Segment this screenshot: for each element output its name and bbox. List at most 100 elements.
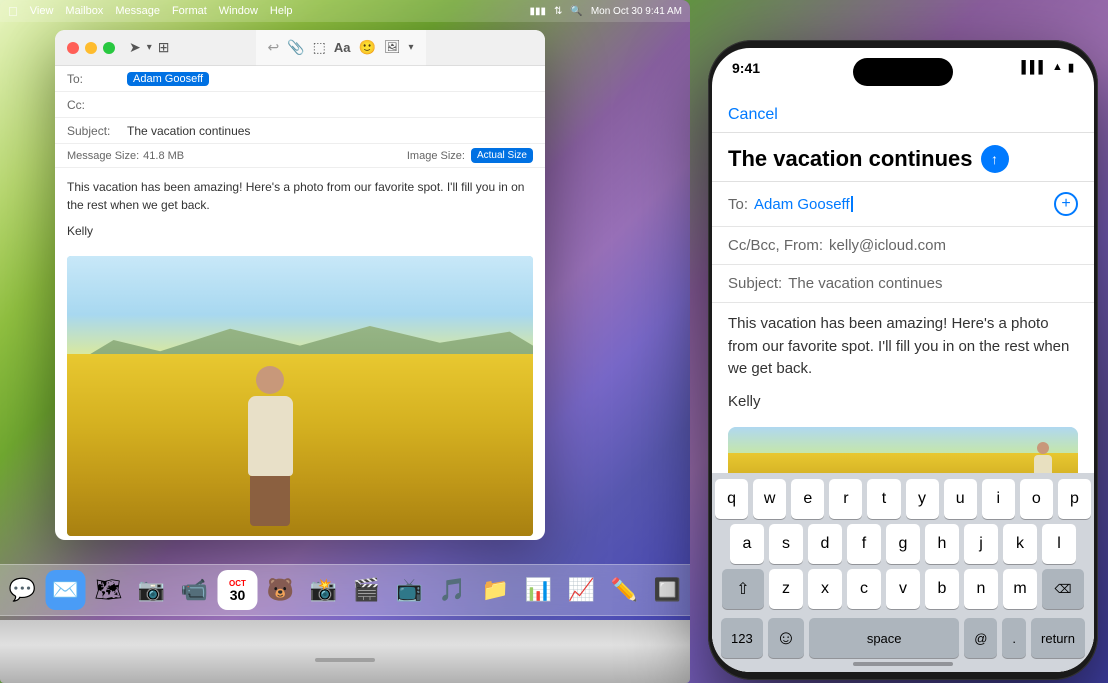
period-key[interactable]: . xyxy=(1002,618,1026,658)
cancel-button[interactable]: Cancel xyxy=(728,106,778,124)
dock-calendar[interactable]: OCT 30 xyxy=(218,570,258,610)
iphone-subject-field-value[interactable]: The vacation continues xyxy=(788,275,942,292)
key-o[interactable]: o xyxy=(1020,479,1053,519)
menu-format[interactable]: Format xyxy=(172,5,207,17)
key-j[interactable]: j xyxy=(964,524,998,564)
menu-help[interactable]: Help xyxy=(270,5,293,17)
to-label: To: xyxy=(67,72,127,86)
dock-imovie[interactable]: 🎬 xyxy=(347,570,387,610)
menu-message[interactable]: Message xyxy=(115,5,160,17)
menu-mailbox[interactable]: Mailbox xyxy=(65,5,103,17)
mail-fields: To: Adam Gooseff Cc: Subject: The vacati… xyxy=(55,66,545,168)
dock-keynote[interactable]: 📈 xyxy=(562,570,602,610)
shift-key[interactable]: ⇧ xyxy=(722,569,764,609)
key-t[interactable]: t xyxy=(867,479,900,519)
photo-attach-icon[interactable]: ⬚ xyxy=(313,39,326,56)
dock-pages[interactable]: ✏️ xyxy=(605,570,645,610)
dynamic-island xyxy=(853,58,953,86)
key-y[interactable]: y xyxy=(906,479,939,519)
key-c[interactable]: c xyxy=(847,569,881,609)
key-k[interactable]: k xyxy=(1003,524,1037,564)
key-g[interactable]: g xyxy=(886,524,920,564)
cc-label: Cc: xyxy=(67,98,127,112)
dock: 🔮 🧭 💬 ✉️ 🗺 📷 📹 OCT 30 🐻 📸 🎬 📺 🎵 📁 📊 📈 ✏️… xyxy=(0,564,690,616)
dock-photos[interactable]: 📷 xyxy=(132,570,172,610)
key-p[interactable]: p xyxy=(1058,479,1091,519)
format-icon[interactable]: Aa xyxy=(334,40,351,55)
send-button[interactable]: ↑ xyxy=(981,145,1009,173)
dock-mail[interactable]: ✉️ xyxy=(46,570,86,610)
menu-search-icon[interactable]: 🔍 xyxy=(570,6,582,17)
dock-maps[interactable]: 🗺 xyxy=(89,570,129,610)
note-icon[interactable]: ⊞ xyxy=(158,39,170,56)
send-icon[interactable]: ➤ xyxy=(129,39,141,56)
emoji-icon[interactable]: 🙂 xyxy=(359,39,376,56)
key-e[interactable]: e xyxy=(791,479,824,519)
apple-menu-icon[interactable]:  xyxy=(8,4,18,19)
key-v[interactable]: v xyxy=(886,569,920,609)
iphone-keyboard[interactable]: q w e r t y u i o p a s d f g h xyxy=(712,473,1094,672)
iphone-to-value[interactable]: Adam Gooseff xyxy=(754,196,850,213)
iphone-home-indicator xyxy=(853,662,953,666)
undo-icon[interactable]: ↩ xyxy=(268,39,280,56)
key-n[interactable]: n xyxy=(964,569,998,609)
toolbar-chevron[interactable]: ▾ xyxy=(408,42,413,53)
minimize-button[interactable] xyxy=(85,42,97,54)
iphone-mail-compose: Cancel The vacation continues ↑ To: Adam… xyxy=(712,98,1094,672)
menubar:  View Mailbox Message Format Window Hel… xyxy=(0,0,690,22)
close-button[interactable] xyxy=(67,42,79,54)
menu-window[interactable]: Window xyxy=(219,5,258,17)
fullscreen-button[interactable] xyxy=(103,42,115,54)
dock-messages[interactable]: 💬 xyxy=(3,570,43,610)
subject-label: Subject: xyxy=(67,124,127,138)
key-m[interactable]: m xyxy=(1003,569,1037,609)
dock-facetime[interactable]: 📹 xyxy=(175,570,215,610)
numbers-key[interactable]: 123 xyxy=(721,618,763,658)
key-u[interactable]: u xyxy=(944,479,977,519)
actual-size-button[interactable]: Actual Size xyxy=(471,148,533,163)
key-a[interactable]: a xyxy=(730,524,764,564)
key-w[interactable]: w xyxy=(753,479,786,519)
return-key[interactable]: return xyxy=(1031,618,1085,658)
image-size-area: Image Size: Actual Size xyxy=(407,148,533,163)
iphone-time: 9:41 xyxy=(732,60,760,76)
space-key[interactable]: space xyxy=(809,618,959,658)
key-f[interactable]: f xyxy=(847,524,881,564)
at-key[interactable]: @ xyxy=(964,618,997,658)
add-recipient-button[interactable]: + xyxy=(1054,192,1078,216)
photo-icon-toolbar[interactable]: 🖼 xyxy=(384,39,401,55)
delete-key[interactable]: ⌫ xyxy=(1042,569,1084,609)
mail-body: This vacation has been amazing! Here's a… xyxy=(55,168,545,250)
to-field-row: To: Adam Gooseff xyxy=(55,66,545,92)
emoji-key[interactable]: ☺ xyxy=(768,618,804,658)
dock-finder[interactable]: 📁 xyxy=(476,570,516,610)
key-r[interactable]: r xyxy=(829,479,862,519)
key-d[interactable]: d xyxy=(808,524,842,564)
key-b[interactable]: b xyxy=(925,569,959,609)
message-size-row: Message Size: 41.8 MB Image Size: Actual… xyxy=(55,144,545,168)
menu-wifi-icon: ⇅ xyxy=(554,6,562,17)
attach-icon[interactable]: 📎 xyxy=(287,39,304,56)
key-s[interactable]: s xyxy=(769,524,803,564)
to-value[interactable]: Adam Gooseff xyxy=(127,72,209,86)
dock-music[interactable]: 🎵 xyxy=(433,570,473,610)
dock-appstore[interactable]: 🔲 xyxy=(648,570,688,610)
mail-photo xyxy=(67,256,533,536)
key-i[interactable]: i xyxy=(982,479,1015,519)
dock-notes[interactable]: 🐻 xyxy=(261,570,301,610)
subject-value[interactable]: The vacation continues xyxy=(127,124,250,138)
key-q[interactable]: q xyxy=(715,479,748,519)
menu-view[interactable]: View xyxy=(30,5,54,17)
key-h[interactable]: h xyxy=(925,524,959,564)
iphone-subject-area: The vacation continues ↑ xyxy=(712,133,1094,182)
dock-photos2[interactable]: 📸 xyxy=(304,570,344,610)
macbook-laptop:  View Mailbox Message Format Window Hel… xyxy=(0,0,690,683)
iphone-from-value[interactable]: kelly@icloud.com xyxy=(829,237,946,254)
dock-appletv[interactable]: 📺 xyxy=(390,570,430,610)
dock-numbers[interactable]: 📊 xyxy=(519,570,559,610)
key-z[interactable]: z xyxy=(769,569,803,609)
key-x[interactable]: x xyxy=(808,569,842,609)
titlebar-chevron[interactable]: ▾ xyxy=(147,42,152,53)
key-l[interactable]: l xyxy=(1042,524,1076,564)
person-legs xyxy=(250,476,290,526)
